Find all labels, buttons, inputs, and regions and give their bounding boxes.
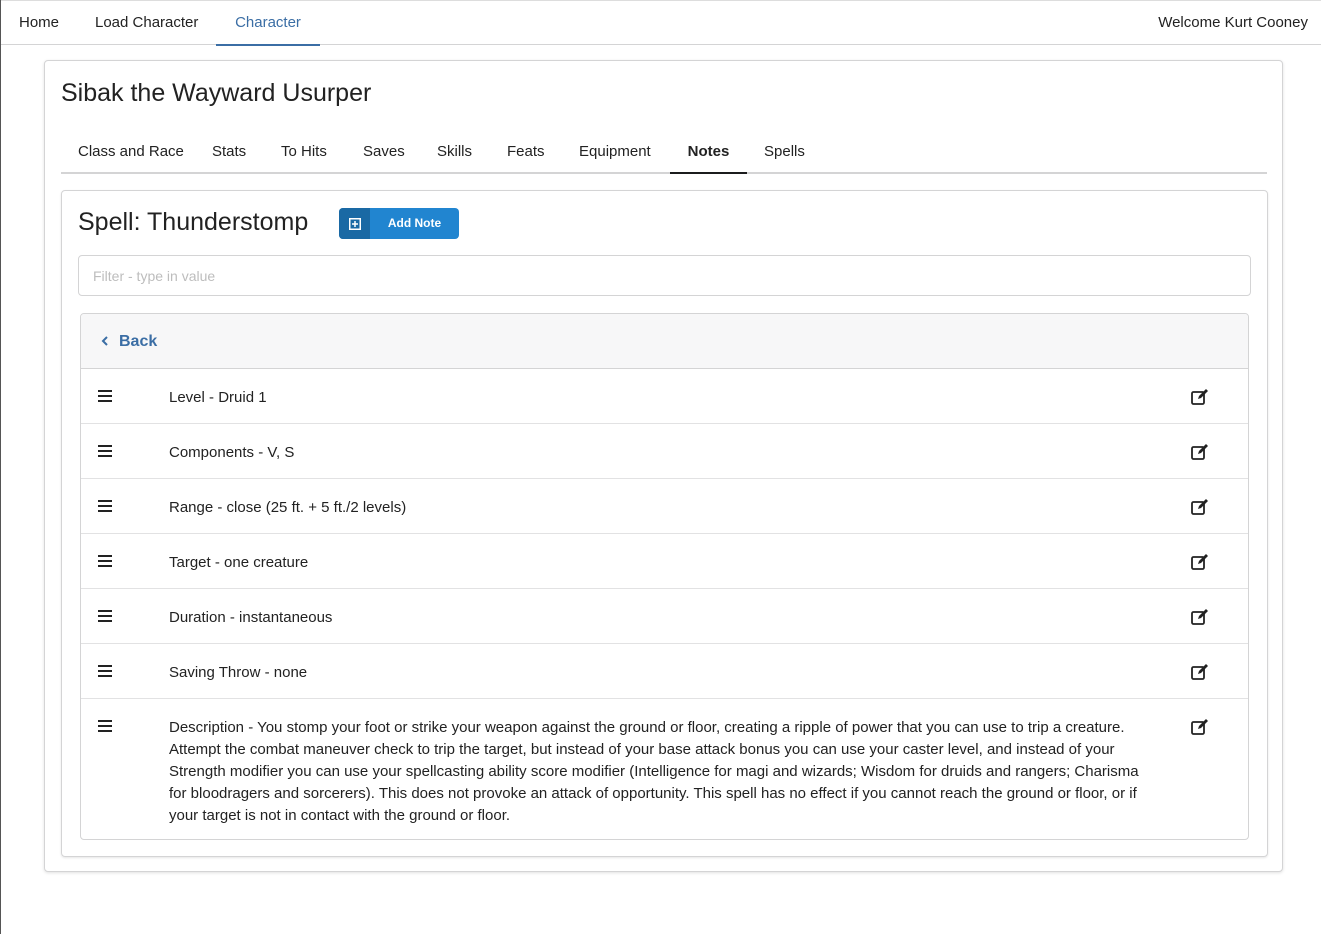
welcome-text: Welcome Kurt Cooney [1158, 14, 1308, 31]
note-text: Level - Druid 1 [169, 389, 267, 406]
list-item: Saving Throw - none [81, 644, 1248, 699]
list-item: Description - You stomp your foot or str… [81, 699, 1248, 839]
list-item: Target - one creature [81, 534, 1248, 589]
edit-icon[interactable] [1191, 498, 1209, 516]
drag-handle-icon[interactable] [98, 554, 112, 568]
character-card: Sibak the Wayward Usurper Class and Race… [44, 60, 1283, 872]
list-item: Duration - instantaneous [81, 589, 1248, 644]
character-tabs: Class and Race Stats To Hits Saves Skill… [61, 135, 1267, 174]
nav-character[interactable]: Character [216, 1, 320, 46]
list-item: Range - close (25 ft. + 5 ft./2 levels) [81, 479, 1248, 534]
window-edge [0, 0, 1, 934]
add-note-button[interactable]: Add Note [339, 208, 459, 239]
note-text: Components - V, S [169, 444, 295, 461]
notes-list: Back Level - Druid 1 Components - V, S R… [80, 313, 1249, 840]
notes-panel: Spell: Thunderstomp Add Note Back [61, 190, 1268, 857]
list-item: Level - Druid 1 [81, 369, 1248, 424]
note-text: Target - one creature [169, 554, 309, 571]
note-text: Range - close (25 ft. + 5 ft./2 levels) [169, 499, 407, 516]
tab-to-hits[interactable]: To Hits [281, 135, 327, 174]
filter-input[interactable] [78, 255, 1251, 296]
add-note-label: Add Note [387, 216, 442, 230]
drag-handle-icon[interactable] [98, 664, 112, 678]
tab-saves[interactable]: Saves [363, 135, 405, 174]
tab-equipment[interactable]: Equipment [579, 135, 651, 174]
character-name: Sibak the Wayward Usurper [61, 79, 372, 107]
drag-handle-icon[interactable] [98, 389, 112, 403]
edit-icon[interactable] [1191, 608, 1209, 626]
plus-square-icon [339, 208, 370, 239]
tab-spells[interactable]: Spells [764, 135, 805, 174]
drag-handle-icon[interactable] [98, 444, 112, 458]
back-label: Back [119, 333, 158, 350]
edit-icon[interactable] [1191, 663, 1209, 681]
edit-icon[interactable] [1191, 718, 1209, 736]
note-text: Description - You stomp your foot or str… [169, 719, 1139, 824]
edit-icon[interactable] [1191, 388, 1209, 406]
list-item: Components - V, S [81, 424, 1248, 479]
chevron-left-icon [101, 314, 109, 369]
list-header: Back [81, 314, 1248, 369]
notes-title: Spell: Thunderstomp [78, 208, 309, 236]
nav-home[interactable]: Home [19, 1, 59, 45]
nav-load-character[interactable]: Load Character [95, 1, 198, 45]
note-text: Saving Throw - none [169, 664, 308, 681]
drag-handle-icon[interactable] [98, 719, 112, 733]
tab-feats[interactable]: Feats [507, 135, 545, 174]
tab-notes[interactable]: Notes [670, 135, 747, 174]
back-button[interactable]: Back [101, 314, 157, 369]
drag-handle-icon[interactable] [98, 499, 112, 513]
tab-class-and-race[interactable]: Class and Race [78, 135, 184, 174]
tab-skills[interactable]: Skills [437, 135, 472, 174]
note-text: Duration - instantaneous [169, 609, 333, 626]
edit-icon[interactable] [1191, 553, 1209, 571]
tab-stats[interactable]: Stats [212, 135, 246, 174]
edit-icon[interactable] [1191, 443, 1209, 461]
drag-handle-icon[interactable] [98, 609, 112, 623]
top-menu: Home Load Character Character Welcome Ku… [1, 0, 1321, 46]
